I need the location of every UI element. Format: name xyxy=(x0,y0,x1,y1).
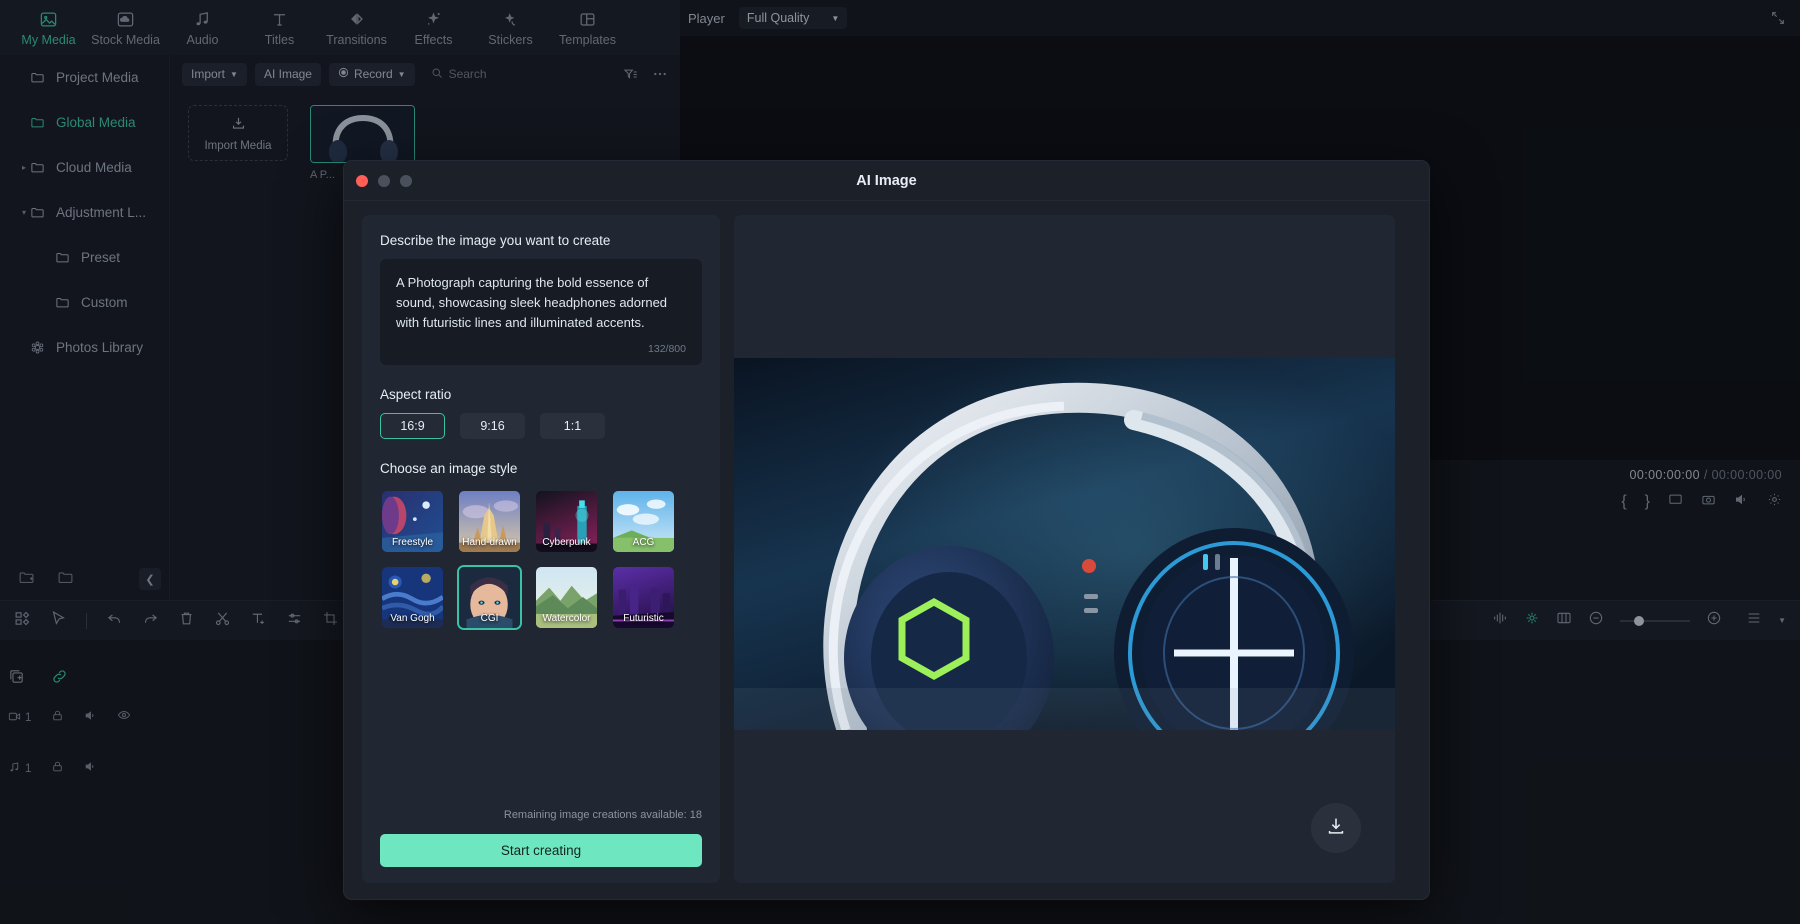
style-card-label: Futuristic xyxy=(623,613,664,625)
dialog-preview-panel xyxy=(734,215,1395,883)
prompt-textarea[interactable]: A Photograph capturing the bold essence … xyxy=(380,259,702,366)
aspect-label: 16:9 xyxy=(400,419,425,434)
start-creating-label: Start creating xyxy=(500,843,582,858)
style-card-label: CGI xyxy=(480,613,499,625)
aspect-ratio-label: Aspect ratio xyxy=(380,387,452,403)
aspect-ratio-9-16[interactable]: 9:16 xyxy=(460,413,525,440)
style-card-cgi[interactable]: CGI xyxy=(457,565,522,631)
style-card-cyberpunk[interactable]: Cyberpunk xyxy=(534,489,599,554)
style-card-label: Van Gogh xyxy=(390,613,435,625)
start-creating-button[interactable]: Start creating xyxy=(380,834,702,867)
aspect-label: 9:16 xyxy=(480,419,505,434)
prompt-value: A Photograph capturing the bold essence … xyxy=(396,275,668,331)
maximize-button[interactable] xyxy=(400,174,412,187)
style-card-van-gogh[interactable]: Van Gogh xyxy=(380,565,445,630)
remaining-credits-text: Remaining image creations available: 18 xyxy=(503,809,702,821)
aspect-ratio-group: 16:9 9:16 1:1 xyxy=(380,413,702,440)
dialog-body: Describe the image you want to create A … xyxy=(344,201,1429,899)
style-card-watercolor[interactable]: Watercolor xyxy=(534,565,599,630)
dialog-title: AI Image xyxy=(856,172,917,189)
style-card-futuristic[interactable]: Futuristic xyxy=(611,565,676,630)
style-card-freestyle[interactable]: Freestyle xyxy=(380,489,445,554)
headphones-artwork xyxy=(734,358,1395,730)
image-style-label: Choose an image style xyxy=(380,461,518,477)
style-card-label: Hand-drawn xyxy=(462,537,517,549)
style-card-label: Cyberpunk xyxy=(542,537,591,549)
style-card-label: ACG xyxy=(632,537,655,549)
aspect-label: 1:1 xyxy=(563,419,582,434)
download-icon xyxy=(1325,815,1347,842)
style-card-label: Freestyle xyxy=(391,537,434,549)
window-traffic-lights xyxy=(356,174,412,187)
ai-image-dialog: AI Image Describe the image you want to … xyxy=(343,160,1430,900)
minimize-button[interactable] xyxy=(378,174,390,187)
generated-image-preview[interactable] xyxy=(734,358,1395,730)
dialog-settings-panel: Describe the image you want to create A … xyxy=(362,215,720,883)
close-button[interactable] xyxy=(356,174,368,187)
style-card-acg[interactable]: ACG xyxy=(611,489,676,554)
describe-label: Describe the image you want to create xyxy=(380,233,611,248)
download-button[interactable] xyxy=(1311,803,1361,853)
image-style-grid: Freestyle Hand-drawn Cyberpunk ACG Van G… xyxy=(380,489,702,631)
aspect-ratio-1-1[interactable]: 1:1 xyxy=(540,413,605,440)
character-counter: 132/800 xyxy=(648,343,686,356)
style-card-label: Watercolor xyxy=(542,613,591,625)
style-card-hand-drawn[interactable]: Hand-drawn xyxy=(457,489,522,554)
dialog-titlebar: AI Image xyxy=(344,161,1429,201)
aspect-ratio-16-9[interactable]: 16:9 xyxy=(380,413,445,440)
